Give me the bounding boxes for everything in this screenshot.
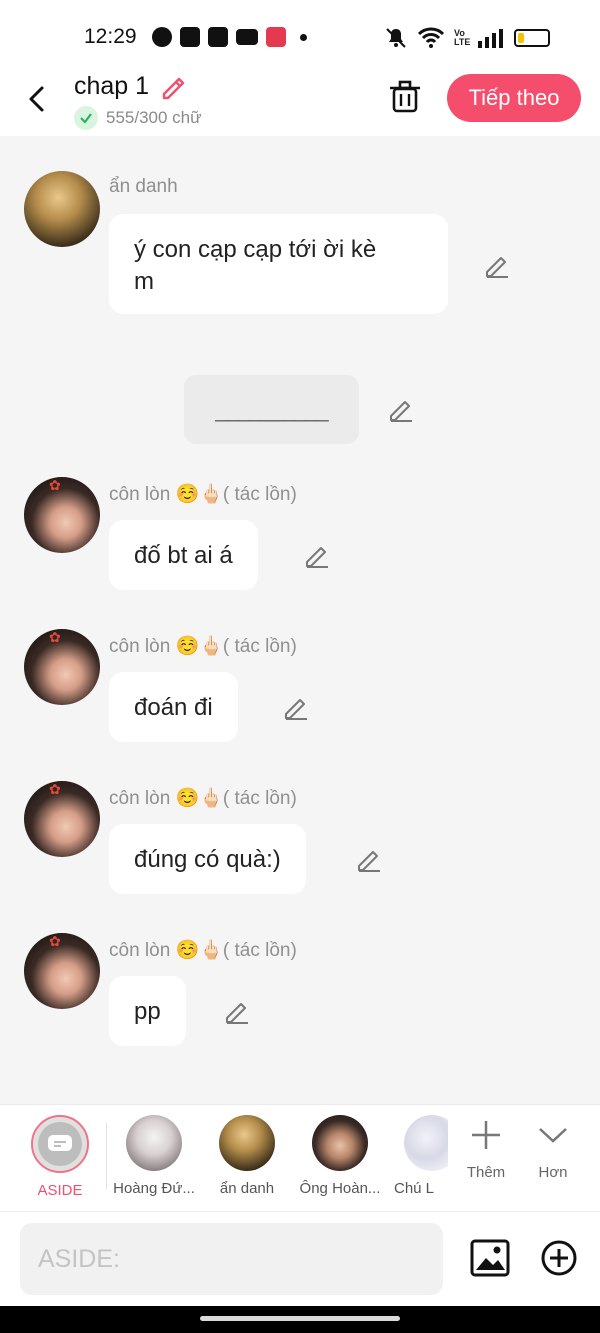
avatar-badge-icon: ✿ [49, 477, 61, 493]
edit-pencil-icon[interactable] [356, 846, 382, 872]
avatar-badge-icon: ✿ [49, 933, 61, 949]
message-author: côn lòn ☺️🖕🏻( tác lồn) [109, 940, 297, 961]
edit-pencil-icon[interactable] [283, 694, 309, 720]
back-arrow-icon[interactable] [22, 84, 52, 114]
youtube-icon [236, 29, 258, 45]
character-item[interactable]: Ông Hoàn... [295, 1115, 385, 1197]
volte-icon: Vo LTE [454, 28, 471, 47]
editor-header: chap 1 555/300 chữ Tiếp theo [0, 72, 600, 136]
edit-pencil-icon[interactable] [224, 998, 250, 1024]
character-avatar [126, 1115, 182, 1171]
status-time: 12:29 [84, 25, 137, 48]
chapter-title[interactable]: chap 1 [74, 72, 149, 101]
notification-icons [152, 27, 307, 47]
edit-pencil-icon[interactable] [304, 542, 330, 568]
system-icons: Vo LTE [384, 26, 550, 50]
character-label: Ông Hoàn... [299, 1180, 381, 1197]
character-item[interactable]: Chú L [388, 1115, 448, 1197]
image-icon[interactable] [470, 1239, 510, 1277]
character-avatar [404, 1115, 448, 1171]
character-label: Hoàng Đứ... [113, 1180, 195, 1197]
divider [106, 1123, 107, 1189]
signal-icon [478, 29, 503, 48]
aside-bubble[interactable]: __________ [184, 375, 359, 444]
word-count: 555/300 chữ [74, 106, 202, 130]
status-bar: 12:29 Vo LTE [0, 0, 600, 72]
word-count-text: 555/300 chữ [106, 108, 202, 127]
message-bubble[interactable]: đúng có quà:) [109, 824, 306, 894]
shopping-icon [180, 27, 200, 47]
edit-pencil-icon[interactable] [388, 396, 414, 422]
plus-icon [472, 1121, 500, 1149]
message-author: côn lòn ☺️🖕🏻( tác lồn) [109, 636, 297, 657]
wifi-icon [418, 27, 444, 48]
add-label: Thêm [466, 1164, 506, 1181]
message-author: côn lòn ☺️🖕🏻( tác lồn) [109, 788, 297, 809]
character-label: Chú L [394, 1180, 435, 1197]
add-character-button[interactable]: Thêm [451, 1119, 521, 1181]
chevron-down-icon [539, 1128, 567, 1143]
collapse-button[interactable]: Hơn [518, 1119, 588, 1181]
home-indicator[interactable] [200, 1316, 400, 1321]
mute-icon [386, 28, 406, 48]
aside-chat-icon [48, 1135, 72, 1151]
play-store-icon [208, 27, 228, 47]
message-bubble[interactable]: ý con cạp cạp tới ời kè m [109, 214, 448, 314]
add-plus-icon[interactable] [540, 1239, 578, 1277]
avatar-badge-icon: ✿ [49, 629, 61, 645]
messenger-icon [152, 27, 172, 47]
aside-avatar [31, 1115, 89, 1173]
trash-icon[interactable] [386, 78, 424, 116]
character-avatar [312, 1115, 368, 1171]
character-avatar [219, 1115, 275, 1171]
next-button[interactable]: Tiếp theo [447, 74, 581, 122]
edit-title-pencil-icon[interactable] [160, 72, 188, 100]
check-icon [74, 106, 98, 130]
character-label: ẩn danh [219, 1180, 275, 1197]
message-author: ẩn danh [109, 176, 178, 197]
collapse-label: Hơn [538, 1164, 568, 1181]
message-author: côn lòn ☺️🖕🏻( tác lồn) [109, 484, 297, 505]
edit-pencil-icon[interactable] [484, 252, 510, 278]
message-bubble[interactable]: pp [109, 976, 186, 1046]
chat-area[interactable]: ẩn danh ý con cạp cạp tới ời kè m ______… [0, 136, 600, 1104]
battery-icon [514, 29, 550, 47]
avatar-badge-icon: ✿ [49, 781, 61, 797]
character-bar[interactable]: ASIDE Hoàng Đứ... ẩn danh Ông Hoàn... Ch… [0, 1104, 600, 1211]
character-item[interactable]: ẩn danh [202, 1115, 292, 1197]
more-notifications-icon [300, 33, 307, 41]
screen-record-icon [266, 27, 286, 47]
message-input[interactable] [20, 1223, 443, 1295]
character-aside[interactable]: ASIDE [15, 1115, 105, 1199]
system-nav-bar [0, 1306, 600, 1333]
avatar[interactable] [24, 171, 100, 247]
character-label: ASIDE [37, 1182, 83, 1199]
character-item[interactable]: Hoàng Đứ... [109, 1115, 199, 1197]
message-bubble[interactable]: đoán đi [109, 672, 238, 742]
input-bar [0, 1211, 600, 1306]
message-bubble[interactable]: đố bt ai á [109, 520, 258, 590]
